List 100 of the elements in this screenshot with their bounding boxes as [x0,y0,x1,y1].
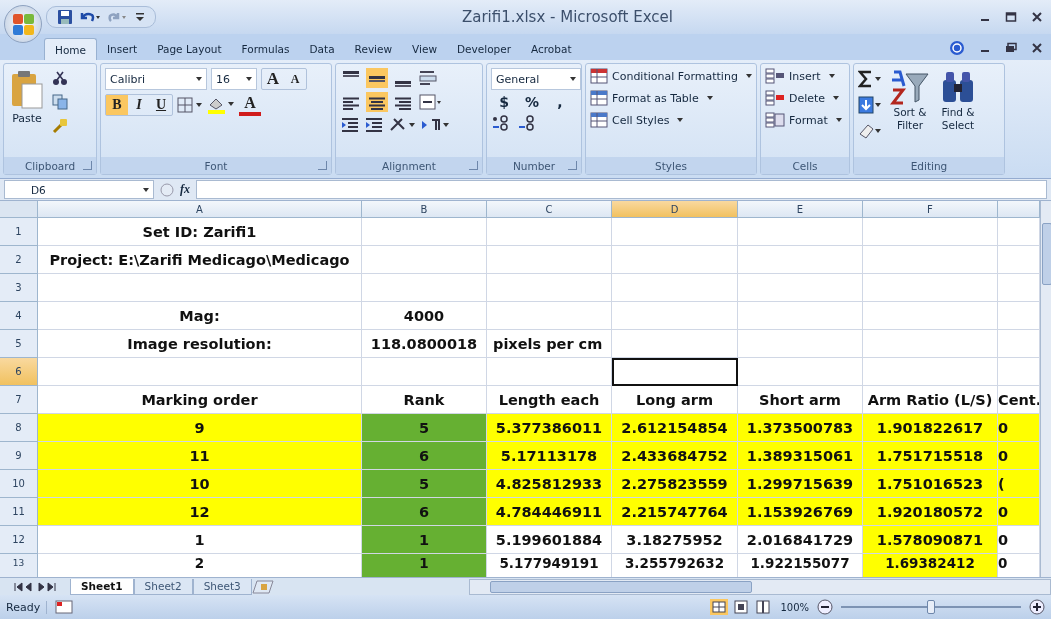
merge-cells-icon[interactable] [418,92,442,112]
sheet-tab[interactable]: Sheet3 [192,578,252,595]
name-box[interactable]: D6 [4,180,154,199]
find-select-button[interactable]: Find & Select [938,68,978,132]
copy-icon[interactable] [52,94,68,110]
fill-color-icon[interactable] [207,96,235,114]
sheet-navigation-icon[interactable] [13,581,57,592]
grow-font-button[interactable]: A [262,69,284,89]
font-style-button[interactable]: I [128,95,150,115]
row-header[interactable]: 13 [0,554,38,577]
row-header[interactable]: 1 [0,218,38,246]
ribbon-tab[interactable]: Developer [447,38,521,60]
row-header[interactable]: 4 [0,302,38,330]
font-color-button[interactable]: A [239,94,261,116]
font-size-field[interactable]: 16 [211,68,257,90]
zoom-in-icon[interactable] [1029,599,1045,615]
table-cell: 11 [38,442,362,470]
close-icon[interactable] [1031,42,1043,54]
page-break-icon[interactable] [754,599,773,615]
cells-menu-button[interactable]: Format [765,112,845,128]
column-header[interactable]: F [863,201,998,218]
customize-icon[interactable] [135,11,145,23]
column-header[interactable]: B [362,201,487,218]
font-name-field[interactable]: Calibri [105,68,207,90]
group-label: Editing [910,159,948,172]
row-header[interactable]: 11 [0,498,38,526]
zoom-level[interactable]: 100% [780,601,809,613]
ribbon-tab[interactable]: Data [299,38,345,60]
vertical-align-icon[interactable] [366,68,388,88]
office-button[interactable] [4,5,42,43]
table-cell: 0 [998,498,1040,526]
wrap-text-icon[interactable] [418,68,438,88]
maximize-icon[interactable] [1005,11,1017,23]
font-style-button[interactable]: U [150,95,172,115]
normal-view-icon[interactable] [710,599,729,615]
row-header[interactable]: 8 [0,414,38,442]
number-format-field[interactable]: General [491,68,581,90]
table-cell: 5 [362,414,487,442]
close-icon[interactable] [1031,11,1043,23]
ribbon-tab[interactable]: Acrobat [521,38,582,60]
styles-menu-button[interactable]: Format as Table [590,90,752,106]
row-header[interactable]: 9 [0,442,38,470]
borders-icon[interactable] [177,97,203,113]
horizontal-scrollbar[interactable] [469,578,1051,595]
row-header[interactable]: 3 [0,274,38,302]
ribbon-tab[interactable]: Insert [97,38,148,60]
format-painter-icon[interactable] [52,118,68,134]
row-header[interactable]: 2 [0,246,38,274]
sum-icon[interactable] [858,70,882,88]
macro-record-icon[interactable] [55,600,74,614]
cut-icon[interactable] [52,70,68,86]
sheet-tab[interactable]: Sheet2 [133,578,193,595]
table-cell: 1.153926769 [738,498,863,526]
ribbon-tab[interactable]: Home [44,38,97,60]
styles-menu-button[interactable]: Conditional Formatting [590,68,752,84]
cells-icon [765,112,785,128]
column-header[interactable]: C [487,201,612,218]
number-format-button[interactable]: % [523,94,541,110]
styles-menu-button[interactable]: Cell Styles [590,112,752,128]
formula-input[interactable] [196,180,1047,199]
sort-filter-button[interactable]: Sort & Filter [888,68,932,132]
save-icon[interactable] [57,9,73,25]
table-cell: 1.578090871 [863,526,998,554]
ribbon-tab[interactable]: Page Layout [147,38,232,60]
zoom-slider-thumb[interactable] [927,600,935,614]
row-header[interactable]: 6 [0,358,38,386]
restore-icon[interactable] [1005,42,1017,54]
ribbon-tab[interactable]: Review [344,38,403,60]
decrease-indent-icon[interactable] [340,116,360,134]
number-format-button[interactable]: , [551,94,569,110]
shrink-font-button[interactable]: A [284,69,306,89]
cells-menu-button[interactable]: Delete [765,90,845,106]
fill-icon[interactable] [858,96,882,114]
column-header[interactable]: A [38,201,362,218]
table-cell: 1.751016523 [863,470,998,498]
undo-icon[interactable] [79,10,101,24]
column-header[interactable]: D [612,201,738,218]
row-header[interactable]: 12 [0,526,38,554]
number-format-button[interactable]: $ [495,94,513,110]
table-cell: 3.18275952 [612,526,738,554]
zoom-out-icon[interactable] [817,599,833,615]
paste-button[interactable]: Paste [8,68,46,127]
column-header[interactable]: E [738,201,863,218]
help-icon[interactable] [949,40,965,56]
ribbon-tab[interactable]: View [402,38,447,60]
page-layout-icon[interactable] [732,599,751,615]
new-sheet-icon[interactable] [251,579,274,594]
row-header[interactable]: 5 [0,330,38,358]
table-cell: 1.299715639 [738,470,863,498]
font-style-button[interactable]: B [106,95,128,115]
row-header[interactable]: 10 [0,470,38,498]
horizontal-align-icon[interactable] [366,92,388,112]
insert-function-button[interactable]: fx [180,182,190,197]
sheet-tab[interactable]: Sheet1 [70,578,134,595]
eraser-icon[interactable] [858,122,882,140]
row-header[interactable]: 7 [0,386,38,414]
vertical-scrollbar[interactable] [1040,201,1051,577]
cells-menu-button[interactable]: Insert [765,68,845,84]
increase-indent-icon[interactable] [364,116,384,134]
ribbon-tab[interactable]: Formulas [231,38,300,60]
